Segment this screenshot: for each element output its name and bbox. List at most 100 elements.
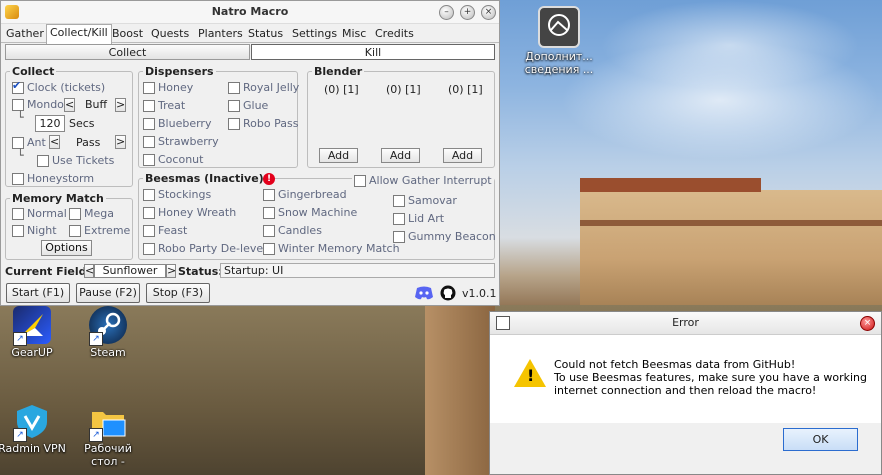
mondo-secs-input[interactable]: 120 [35, 115, 65, 132]
treat-label: Treat [158, 99, 186, 112]
title-bar[interactable]: Natro Macro – + × [1, 1, 499, 24]
error-title-bar[interactable]: Error × [490, 312, 881, 335]
blender-slot-2: (0) [1] [386, 83, 421, 96]
desktop-icon-radmin[interactable]: ↗ Radmin VPN [0, 402, 68, 455]
treat-checkbox[interactable]: Treat [143, 99, 185, 112]
subtab-collect[interactable]: Collect [5, 44, 250, 60]
field-next-button[interactable]: > [166, 264, 176, 278]
tab-collect-kill[interactable]: Collect/Kill [46, 24, 112, 44]
error-dialog: Error × ! Could not fetch Beesmas data f… [489, 311, 882, 475]
candles-checkbox[interactable]: Candles [263, 224, 322, 237]
honey-wreath-checkbox[interactable]: Honey Wreath [143, 206, 236, 219]
honey-checkbox[interactable]: Honey [143, 81, 193, 94]
version-label: v1.0.1 [462, 287, 497, 300]
blender-add-button-1[interactable]: Add [319, 148, 358, 163]
normal-checkbox[interactable]: Normal [12, 207, 67, 220]
gummy-beacon-checkbox[interactable]: Gummy Beacon [393, 230, 496, 243]
photo-app-icon [538, 6, 580, 48]
feast-checkbox[interactable]: Feast [143, 224, 187, 237]
tree-connector: └ [17, 111, 24, 124]
ant-checkbox[interactable]: Ant [12, 136, 46, 149]
coconut-checkbox[interactable]: Coconut [143, 153, 203, 166]
ant-prev-button[interactable]: < [49, 135, 60, 149]
tab-credits[interactable]: Credits [372, 26, 417, 42]
blueberry-checkbox[interactable]: Blueberry [143, 117, 211, 130]
extreme-checkbox[interactable]: Extreme [69, 224, 130, 237]
dispensers-title: Dispensers [143, 65, 216, 78]
use-tickets-checkbox[interactable]: Use Tickets [37, 154, 114, 167]
tab-quests[interactable]: Quests [148, 26, 192, 42]
mondo-prev-button[interactable]: < [64, 98, 75, 112]
desktop-icon-desktop-folder[interactable]: ↗ Рабочий стол - [72, 402, 144, 468]
close-button[interactable]: × [481, 5, 496, 20]
checkbox-box [69, 224, 81, 237]
error-close-button[interactable]: × [860, 316, 875, 331]
subtab-kill[interactable]: Kill [251, 44, 495, 60]
winter-memory-match-label: Winter Memory Match [278, 242, 400, 255]
ant-mode: Pass [76, 136, 101, 149]
stop-button[interactable]: Stop (F3) [146, 283, 210, 303]
use-tickets-label: Use Tickets [52, 154, 115, 167]
royal-jelly-checkbox[interactable]: Royal Jelly [228, 81, 299, 94]
clock-label: Clock (tickets) [27, 81, 106, 94]
tab-planters[interactable]: Planters [195, 26, 246, 42]
winter-memory-match-checkbox[interactable]: Winter Memory Match [263, 242, 400, 255]
pause-button[interactable]: Pause (F2) [76, 283, 140, 303]
tab-misc[interactable]: Misc [339, 26, 369, 42]
allow-gather-interrupt-checkbox[interactable]: Allow Gather Interrupt [352, 174, 494, 187]
ant-next-button[interactable]: > [115, 135, 126, 149]
checkbox-box [143, 99, 155, 112]
cliff [425, 300, 495, 475]
blender-add-button-2[interactable]: Add [381, 148, 420, 163]
folder-icon: ↗ [89, 402, 127, 442]
checkbox-box [143, 81, 155, 94]
glue-checkbox[interactable]: Glue [228, 99, 268, 112]
mondo-next-button[interactable]: > [115, 98, 126, 112]
checkbox-box [143, 188, 155, 201]
warning-alert-icon[interactable]: ! [263, 173, 275, 185]
maximize-button[interactable]: + [460, 5, 475, 20]
shortcut-arrow-icon: ↗ [89, 428, 103, 442]
checkbox-box [263, 206, 275, 219]
night-checkbox[interactable]: Night [12, 224, 57, 237]
checkbox-box [143, 224, 155, 237]
radmin-vpn-icon: ↗ [13, 402, 51, 442]
desktop-icon-info[interactable]: Дополнит... сведения ... [523, 6, 595, 76]
robo-pass-checkbox[interactable]: Robo Pass [228, 117, 298, 130]
tab-gather[interactable]: Gather [3, 26, 47, 42]
robo-party-checkbox[interactable]: Robo Party De-level [143, 242, 266, 255]
desktop-icon-steam[interactable]: ↗ Steam [72, 306, 144, 359]
checkbox-box [12, 224, 24, 237]
tab-settings[interactable]: Settings [289, 26, 340, 42]
tab-status[interactable]: Status [245, 26, 286, 42]
memory-match-options-button[interactable]: Options [41, 240, 92, 256]
mondo-checkbox[interactable]: Mondo [12, 98, 64, 111]
honeystorm-checkbox[interactable]: Honeystorm [12, 172, 94, 185]
gummy-beacon-label: Gummy Beacon [408, 230, 496, 243]
checkbox-box [393, 230, 405, 243]
minimize-button[interactable]: – [439, 5, 454, 20]
start-button[interactable]: Start (F1) [6, 283, 70, 303]
lid-art-checkbox[interactable]: Lid Art [393, 212, 444, 225]
tab-boost[interactable]: Boost [109, 26, 146, 42]
desktop-icon-gearup[interactable]: ↗ GearUP [0, 306, 68, 359]
checkbox-box [354, 174, 366, 187]
mega-label: Mega [84, 207, 114, 220]
blueberry-label: Blueberry [158, 117, 212, 130]
honey-label: Honey [158, 81, 194, 94]
snow-machine-checkbox[interactable]: Snow Machine [263, 206, 357, 219]
ok-button[interactable]: OK [783, 428, 858, 451]
status-label: Status: [178, 265, 223, 278]
clock-checkbox[interactable]: Clock (tickets) [12, 79, 106, 94]
samovar-checkbox[interactable]: Samovar [393, 194, 457, 207]
strawberry-checkbox[interactable]: Strawberry [143, 135, 219, 148]
blender-add-button-3[interactable]: Add [443, 148, 482, 163]
field-prev-button[interactable]: < [84, 264, 94, 278]
mega-checkbox[interactable]: Mega [69, 207, 114, 220]
current-field-value: Sunflower [94, 264, 166, 278]
github-icon[interactable] [440, 285, 456, 301]
stockings-checkbox[interactable]: Stockings [143, 188, 211, 201]
gingerbread-checkbox[interactable]: Gingerbread [263, 188, 347, 201]
checkbox-box [143, 153, 155, 166]
discord-icon[interactable] [414, 285, 434, 301]
